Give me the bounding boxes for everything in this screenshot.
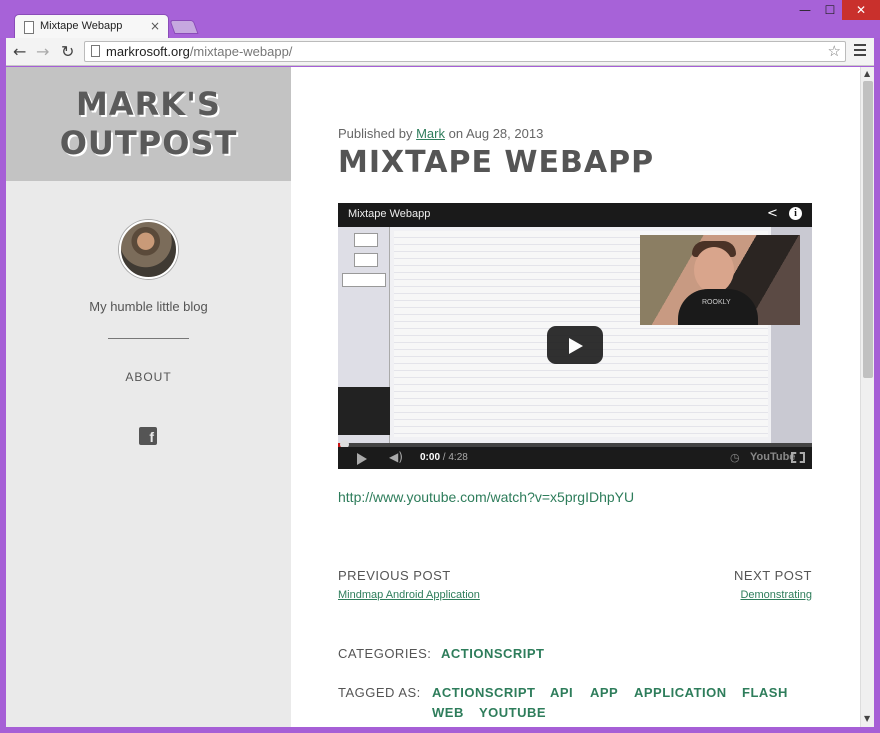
browser-menu-icon[interactable] (854, 44, 866, 59)
bookmark-star-icon[interactable]: ☆ (828, 42, 841, 60)
webcam-face (694, 247, 734, 293)
tag-link[interactable]: API (550, 685, 573, 700)
thumbnail-block (354, 233, 378, 247)
thumbnail-dark-panel (338, 387, 390, 435)
thumbnail-block (342, 273, 386, 287)
url-text[interactable]: markrosoft.org/mixtape-webapp/ (106, 44, 292, 59)
time-current: 0:00 (420, 452, 441, 463)
next-post-link[interactable]: Demonstrating (740, 589, 812, 601)
maximize-button[interactable]: ☐ (818, 0, 842, 20)
back-arrow-icon[interactable]: ← (13, 42, 26, 61)
site-tagline: My humble little blog (89, 299, 208, 314)
post-title: MIXTAPE WEBAPP (338, 145, 655, 180)
previous-post-label: PREVIOUS POST (338, 568, 451, 583)
video-title[interactable]: Mixtape Webapp (348, 208, 430, 220)
new-tab-button[interactable] (169, 20, 199, 34)
window-titlebar: Mixtape Webapp × — ☐ ✕ (0, 0, 880, 40)
divider (108, 338, 189, 339)
tab-title: Mixtape Webapp (40, 20, 123, 32)
address-bar[interactable]: markrosoft.org/mixtape-webapp/ ☆ (84, 41, 846, 62)
window-close-button[interactable]: ✕ (842, 0, 880, 20)
webcam-shirt: ROOKLY (678, 289, 758, 325)
info-icon[interactable]: i (789, 207, 802, 220)
site-title-line1: MARK'S (76, 85, 221, 123)
video-url-link[interactable]: http://www.youtube.com/watch?v=x5prgIDhp… (338, 489, 634, 505)
sidebar: MARK'S OUTPOST My humble little blog ABO… (6, 67, 291, 727)
byline-date: on Aug 28, 2013 (448, 126, 544, 141)
site-title-line2: OUTPOST (59, 124, 238, 162)
avatar (119, 220, 178, 279)
tag-link[interactable]: WEB (432, 705, 464, 720)
next-post-label: NEXT POST (734, 568, 812, 583)
url-path: /mixtape-webapp/ (189, 44, 293, 59)
thumbnail-app-sidebar (338, 227, 390, 443)
tab-close-icon[interactable]: × (150, 19, 160, 33)
scroll-down-arrow-icon[interactable]: ▼ (864, 714, 870, 723)
video-time: 0:00 / 4:28 (420, 452, 468, 463)
category-link[interactable]: ACTIONSCRIPT (441, 646, 545, 661)
scrollbar-thumb[interactable] (863, 81, 873, 378)
play-button[interactable] (547, 326, 603, 364)
page-icon (24, 21, 34, 34)
tag-link[interactable]: APP (590, 685, 618, 700)
tag-link[interactable]: YOUTUBE (479, 705, 546, 720)
time-total: 4:28 (448, 452, 468, 463)
video-thumbnail[interactable]: ROOKLY (338, 227, 812, 443)
shirt-text: ROOKLY (702, 299, 731, 306)
thumbnail-block (354, 253, 378, 267)
reload-icon[interactable]: ↻ (61, 42, 74, 61)
page-scrollbar[interactable]: ▲ ▼ (860, 67, 874, 727)
previous-post-link[interactable]: Mindmap Android Application (338, 589, 480, 601)
tag-link[interactable]: ACTIONSCRIPT (432, 685, 536, 700)
tag-link[interactable]: FLASH (742, 685, 788, 700)
video-controls: ◀) 0:00 / 4:28 ◷ YouTube (338, 447, 812, 469)
page-viewport: MARK'S OUTPOST My humble little blog ABO… (6, 67, 874, 727)
nav-about-link[interactable]: ABOUT (6, 370, 291, 384)
youtube-logo[interactable]: YouTube (750, 451, 795, 463)
url-host: markrosoft.org (106, 44, 190, 59)
video-topbar: Mixtape Webapp < i (338, 203, 812, 227)
byline-prefix: Published by (338, 126, 413, 141)
watch-later-icon[interactable]: ◷ (730, 451, 740, 464)
categories-label: CATEGORIES: (338, 646, 432, 661)
post-byline: Published by Mark on Aug 28, 2013 (338, 126, 543, 141)
tagged-label: TAGGED AS: (338, 685, 421, 700)
facebook-icon[interactable]: f (139, 427, 157, 445)
video-player[interactable]: Mixtape Webapp < i ROOKLY ◀) 0:00 / 4:28… (338, 203, 812, 469)
page-icon (91, 45, 100, 57)
play-icon[interactable] (357, 453, 367, 465)
minimize-button[interactable]: — (792, 0, 818, 20)
browser-toolbar: ← → ↻ markrosoft.org/mixtape-webapp/ ☆ (6, 38, 874, 66)
share-icon[interactable]: < (767, 206, 778, 221)
site-title[interactable]: MARK'S OUTPOST (6, 85, 291, 163)
site-title-box: MARK'S OUTPOST (6, 67, 291, 181)
fullscreen-icon[interactable] (791, 452, 805, 463)
browser-tab[interactable]: Mixtape Webapp × (14, 14, 169, 40)
tag-link[interactable]: APPLICATION (634, 685, 727, 700)
scroll-up-arrow-icon[interactable]: ▲ (864, 69, 870, 78)
forward-arrow-icon[interactable]: → (36, 42, 49, 61)
author-link[interactable]: Mark (416, 126, 445, 141)
volume-icon[interactable]: ◀) (389, 450, 403, 464)
thumbnail-webcam: ROOKLY (640, 235, 800, 325)
